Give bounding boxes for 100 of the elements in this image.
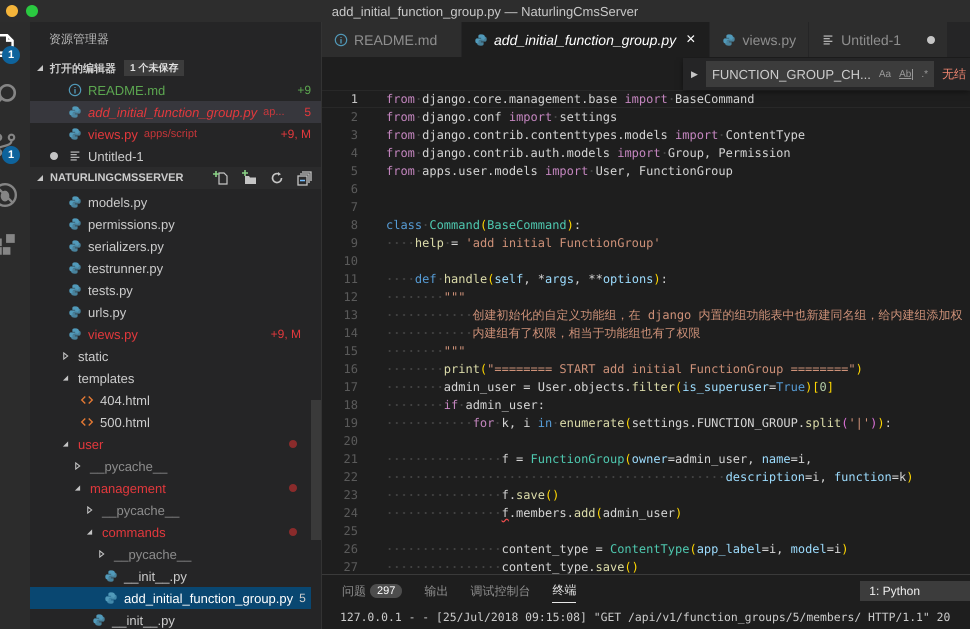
tree-item[interactable]: testrunner.py: [30, 257, 311, 279]
expand-toggle[interactable]: ▶: [691, 68, 698, 80]
code-line: f = FunctionGroup(owner=admin_user, name=i,: [386, 452, 812, 466]
minimize-button[interactable]: [6, 5, 18, 17]
file-name: 404.html: [100, 392, 150, 408]
file-name: __init__.py: [112, 612, 175, 628]
line-number: 7: [350, 200, 358, 214]
file-name: Untitled-1: [88, 148, 144, 164]
python-icon: [92, 613, 106, 627]
tree-item[interactable]: urls.py: [30, 301, 311, 323]
unsaved-badge: 1 个未保存: [124, 60, 184, 76]
search-value: FUNCTION_GROUP_CH...: [712, 66, 871, 82]
close-button[interactable]: ×: [684, 30, 698, 48]
refresh-icon[interactable]: [269, 170, 285, 186]
panel-tab[interactable]: 终端: [552, 579, 576, 603]
find-field[interactable]: FUNCTION_GROUP_CH... Aa Ab .*: [706, 61, 934, 87]
open-editor-item[interactable]: README.md +9: [30, 79, 321, 101]
tree-item[interactable]: __pycache__: [30, 543, 311, 565]
git-status: +9: [296, 83, 311, 97]
tree-item[interactable]: add_initial_function_group.py 5: [30, 587, 311, 609]
code-line: def handle(self, *args, **options):: [386, 272, 668, 286]
code-line: if admin_user:: [386, 398, 545, 412]
panel-tab[interactable]: 输出: [424, 579, 448, 603]
python-icon: [68, 261, 82, 275]
tree-item[interactable]: management: [30, 477, 311, 499]
editor-tab[interactable]: add_initial_function_group.py ×: [462, 22, 710, 57]
tree-item[interactable]: views.py +9, M: [30, 323, 311, 345]
tree-item[interactable]: templates: [30, 367, 311, 389]
regex-toggle[interactable]: .*: [921, 68, 928, 80]
match-case-toggle[interactable]: Aa: [878, 68, 892, 80]
tab-label: add_initial_function_group.py: [494, 32, 676, 48]
line-number: 4: [350, 146, 358, 160]
section-title: 打开的编辑器: [50, 62, 116, 76]
line-number: 12: [342, 290, 358, 304]
open-editor-item[interactable]: views.py apps/script +9, M: [30, 123, 321, 145]
file-name: serializers.py: [88, 238, 164, 254]
tree-item[interactable]: __init__.py: [30, 609, 311, 629]
code-line: from django.core.management.base import BaseCommand: [386, 92, 755, 106]
file-name: management: [90, 480, 166, 496]
line-number: 1: [350, 92, 358, 106]
line-number: 26: [342, 542, 358, 556]
tree-item[interactable]: static: [30, 345, 311, 367]
tree-item[interactable]: __pycache__: [30, 499, 311, 521]
info-icon: [68, 83, 82, 97]
tree-item[interactable]: commands: [30, 521, 311, 543]
tree-item[interactable]: models.py: [30, 191, 311, 213]
problem-dot-icon: [289, 440, 297, 448]
new-file-icon[interactable]: [213, 170, 229, 186]
line-number: 13: [342, 308, 358, 322]
tree-item[interactable]: tests.py: [30, 279, 311, 301]
info-icon: [334, 32, 348, 46]
file-path: apps/script: [144, 128, 198, 140]
tree-item[interactable]: 500.html: [30, 411, 311, 433]
open-editor-item[interactable]: Untitled-1: [30, 145, 321, 167]
code-line: f.members.add(admin_user): [386, 506, 682, 520]
code-line: class Command(BaseCommand):: [386, 218, 582, 232]
code-line: 创建初始化的自定义功能组，在 django 内置的组功能表中也新建同名组，给内建组添加权: [386, 306, 962, 324]
file-name: __pycache__: [90, 458, 168, 474]
code-line: from apps.user.models import User, FunctionGroup: [386, 164, 733, 178]
window-title: add_initial_function_group.py — NaturlingCmsServer: [332, 4, 638, 18]
python-icon: [68, 217, 82, 231]
collapse-all-icon[interactable]: [297, 170, 313, 186]
tree-item[interactable]: 404.html: [30, 389, 311, 411]
code-line: from django.contrib.auth.models import Group, Permission: [386, 146, 791, 160]
code-line: 内建组有了权限，相当于功能组也有了权限: [386, 324, 701, 342]
file-name: __pycache__: [114, 546, 192, 562]
line-number: 22: [342, 470, 358, 484]
new-folder-icon[interactable]: [241, 170, 257, 186]
panel-tab[interactable]: 问题 297: [342, 579, 402, 603]
editor-tab[interactable]: README.md: [322, 22, 462, 57]
line-number: 9: [350, 236, 358, 250]
python-icon: [68, 105, 82, 119]
file-name: views.py: [88, 126, 138, 142]
line-number: 21: [342, 452, 358, 466]
notification-badge: 1: [2, 146, 20, 164]
panel-tab[interactable]: 调试控制台: [470, 579, 530, 603]
tab-label: Untitled-1: [841, 32, 902, 48]
python-icon: [68, 195, 82, 209]
line-number: 15: [342, 344, 358, 358]
tree-item[interactable]: __init__.py: [30, 565, 311, 587]
editor-tab[interactable]: Untitled-1: [809, 22, 948, 57]
line-number: 19: [342, 416, 358, 430]
file-name: tests.py: [88, 282, 133, 298]
problem-dot-icon: [289, 484, 297, 492]
line-number: 24: [342, 506, 358, 520]
terminal-dropdown[interactable]: 1: Python: [860, 581, 970, 601]
python-icon: [68, 327, 82, 341]
scrollbar-thumb[interactable]: [311, 400, 321, 540]
tree-item[interactable]: user: [30, 433, 311, 455]
editor-tab[interactable]: views.py: [710, 22, 810, 57]
section-header[interactable]: NATURLINGCMSSERVER: [30, 167, 321, 189]
zoom-button[interactable]: [26, 5, 38, 17]
git-status: 5: [298, 591, 306, 605]
tree-item[interactable]: serializers.py: [30, 235, 311, 257]
tree-item[interactable]: permissions.py: [30, 213, 311, 235]
python-icon: [68, 305, 82, 319]
tree-item[interactable]: __pycache__: [30, 455, 311, 477]
git-status: 5: [303, 105, 311, 119]
line-number: 3: [350, 128, 358, 142]
whole-word-toggle[interactable]: Ab: [899, 68, 914, 80]
